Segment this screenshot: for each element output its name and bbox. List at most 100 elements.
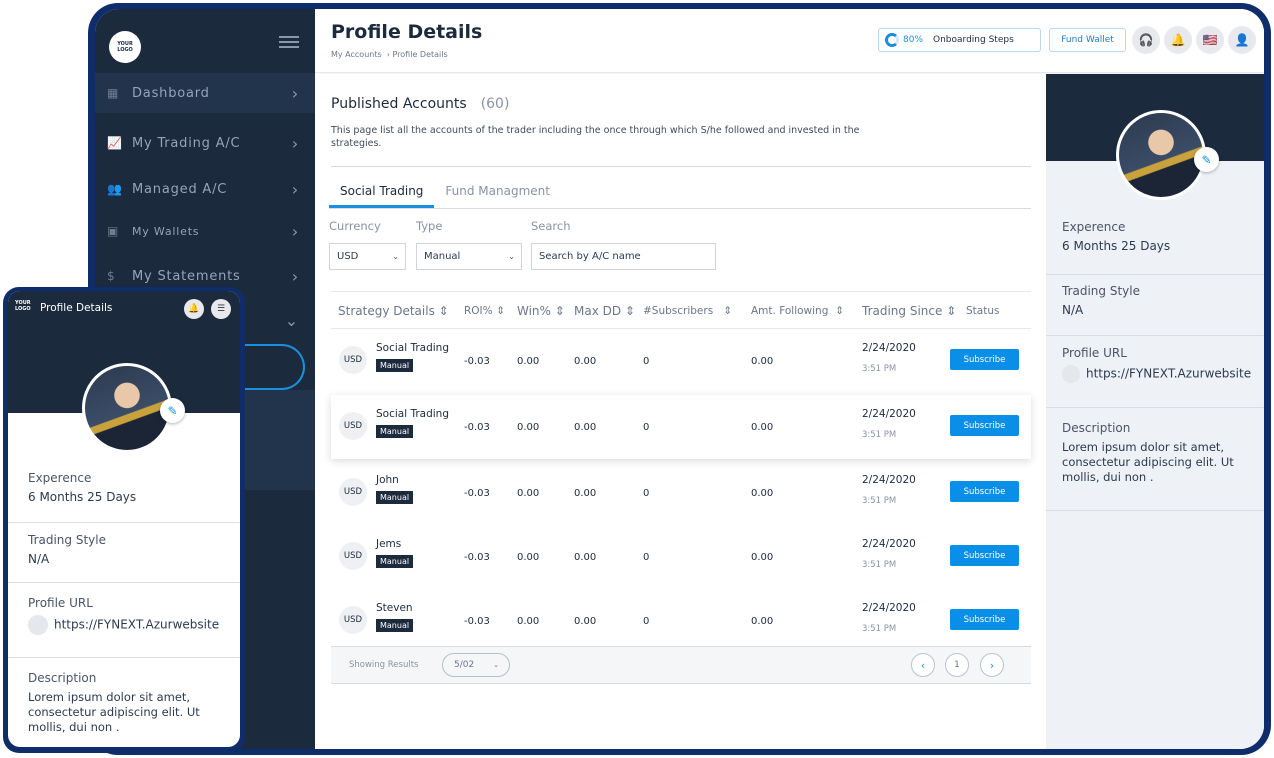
cell-amt: 0.00 [751,616,774,627]
flag-icon[interactable]: 🇺🇸 [1196,26,1224,54]
description-label: Description [1062,421,1131,435]
cell-roi: -0.03 [464,552,490,563]
strategy-name[interactable]: Steven [376,602,413,614]
search-input[interactable]: Search by A/C name [531,243,716,270]
main-area: Profile Details My Accounts › Profile De… [315,9,1264,749]
currency-badge: USD [339,542,367,570]
sidebar-item-managed[interactable]: 👥 Managed A/C › [95,169,315,209]
accounts-table: Strategy Details ⇕ ROI% ⇕ Win% ⇕ Max DD … [331,291,1031,653]
strategy-name[interactable]: Jems [376,538,401,550]
header: Profile Details My Accounts › Profile De… [315,9,1264,73]
col-trading-since[interactable]: Trading Since ⇕ [862,304,956,318]
profile-panel: ✎ Experence 6 Months 25 Days Trading Styl… [1046,74,1264,749]
description-value: Lorem ipsum dolor sit amet, consectetur … [1062,440,1234,484]
edit-icon[interactable]: ✎ [160,398,185,423]
subscribe-button[interactable]: Subscribe [950,349,1019,370]
col-roi[interactable]: ROI% ⇕ [464,305,505,317]
sidebar-item-label: My Statements [132,268,241,284]
per-page-select[interactable]: 5/02 ⌄ [442,653,510,677]
currency-badge: USD [339,478,367,506]
col-amt-following[interactable]: Amt. Following ⇕ [751,305,844,317]
sidebar-item-dashboard[interactable]: ▦ Dashboard › [95,73,315,113]
cell-win: 0.00 [517,616,540,627]
mobile-description-section: Description Lorem ipsum dolor sit amet, c… [8,671,240,747]
trading-since-date: 2/24/2020 [862,538,916,550]
subscribe-button[interactable]: Subscribe [950,415,1019,436]
profile-url[interactable]: https://FYNEXT.Azurwebsite [1062,365,1264,383]
cell-maxdd: 0.00 [574,552,597,563]
cell-win: 0.00 [517,422,540,433]
col-maxdd[interactable]: Max DD ⇕ [574,304,635,318]
page-number-button[interactable]: 1 [945,653,969,677]
profile-url-label: Profile URL [28,596,93,610]
sidebar-item-label: Dashboard [132,85,210,101]
trading-since-date: 2/24/2020 [862,342,916,354]
type-badge: Manual [376,359,414,372]
breadcrumb: My Accounts › Profile Details [331,50,448,59]
cell-subs: 0 [643,422,650,433]
divider [331,166,1031,167]
col-subscribers[interactable]: #Subscribers ⇕ [643,305,732,317]
col-strategy[interactable]: Strategy Details ⇕ [338,304,449,318]
breadcrumb-item: Profile Details [392,50,448,59]
chevron-right-icon: › [291,133,299,153]
prev-page-button[interactable]: ‹ [911,653,935,677]
cell-maxdd: 0.00 [574,422,597,433]
experience-label: Experence [28,471,92,485]
cell-subs: 0 [643,552,650,563]
sidebar-item-trading[interactable]: 📈 My Trading A/C › [95,123,315,163]
profile-url[interactable]: https://FYNEXT.Azurwebsite [28,615,240,635]
type-badge: Manual [376,555,414,568]
mobile-header: YOUR LOGO Profile Details 🔔 ☰ [8,291,240,327]
tab-fund-management[interactable]: Fund Managment [434,180,561,208]
bell-icon[interactable]: 🔔 [184,299,204,319]
trading-since-date: 2/24/2020 [862,474,916,486]
subscribe-button[interactable]: Subscribe [950,481,1019,502]
showing-results-label: Showing Results [349,660,419,670]
col-win[interactable]: Win% ⇕ [517,304,565,318]
mobile-frame: YOUR LOGO Profile Details 🔔 ☰ ✎ Experence… [3,287,245,753]
headset-icon[interactable]: 🎧 [1132,26,1160,54]
section-description: This page list all the accounts of the t… [331,125,860,149]
onboarding-button[interactable]: 80% Onboarding Steps [878,28,1041,52]
sidebar-item-label: My Trading A/C [132,135,241,151]
type-label: Type [416,219,443,233]
trading-since-time: 3:51 PM [862,430,897,440]
experience-section: Experence 6 Months 25 Days [1046,220,1264,275]
active-nav-highlight [245,344,305,390]
menu-toggle-icon[interactable] [279,36,299,50]
fund-wallet-button[interactable]: Fund Wallet [1049,28,1126,52]
tab-social-trading[interactable]: Social Trading [329,180,435,208]
type-select[interactable]: Manual ⌄ [416,243,522,270]
mobile-avatar [82,363,172,453]
menu-icon[interactable]: ☰ [211,299,231,319]
logo: YOUR LOGO [109,31,141,63]
subscribe-button[interactable]: Subscribe [950,609,1019,630]
cell-amt: 0.00 [751,422,774,433]
sidebar-item-wallets[interactable]: ▣ My Wallets › [95,211,315,251]
table-footer: Showing Results 5/02 ⌄ ‹ 1 › [331,646,1031,684]
cell-amt: 0.00 [751,552,774,563]
strategy-name[interactable]: Social Trading [376,342,449,354]
breadcrumb-item[interactable]: My Accounts [331,50,382,59]
strategy-name[interactable]: Social Trading [376,408,449,420]
table-row: USD Social Trading Manual -0.03 0.00 0.00 0 0.0… [331,329,1031,393]
wallet-icon: ▣ [107,224,120,238]
experience-label: Experence [1062,220,1126,234]
chevron-down-icon: ⌄ [508,252,515,261]
subscribe-button[interactable]: Subscribe [950,545,1019,566]
next-page-button[interactable]: › [980,653,1004,677]
currency-select[interactable]: USD ⌄ [329,243,406,270]
cell-win: 0.00 [517,488,540,499]
experience-value: 6 Months 25 Days [1062,239,1171,253]
trading-style-value: N/A [1062,303,1084,317]
user-icon[interactable]: 👤 [1228,26,1256,54]
bell-icon[interactable]: 🔔 [1164,26,1192,54]
strategy-name[interactable]: John [376,474,399,486]
chevron-right-icon: › [291,179,299,199]
link-icon [28,615,48,635]
currency-value: USD [337,251,359,262]
col-status: Status [966,305,1000,317]
trading-since-date: 2/24/2020 [862,408,916,420]
edit-icon[interactable]: ✎ [1194,147,1219,172]
